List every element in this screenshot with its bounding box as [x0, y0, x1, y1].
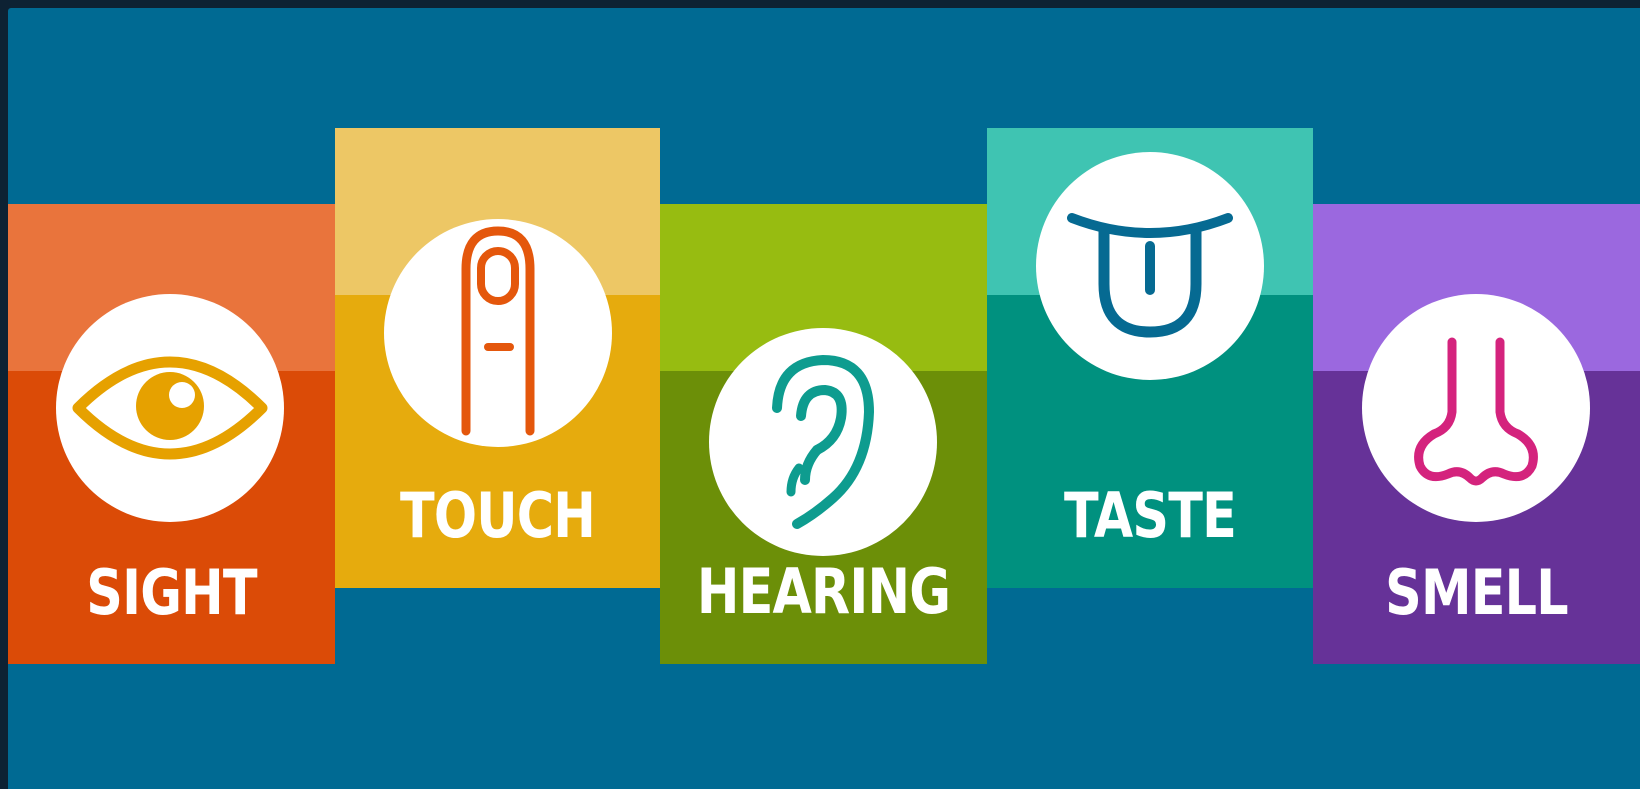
ear-icon [772, 354, 875, 529]
hearing-icon-circle [709, 328, 937, 556]
touch-icon-circle [384, 219, 612, 447]
touch-panel: TOUCH [335, 128, 660, 588]
hearing-label: HEARING [696, 555, 951, 628]
eye-icon [72, 356, 268, 460]
smell-icon-circle [1362, 294, 1590, 522]
taste-panel: TASTE [987, 128, 1313, 588]
sight-panel: SIGHT [8, 204, 335, 664]
nose-icon [1414, 337, 1538, 486]
smell-label: SMELL [1385, 556, 1568, 629]
smell-panel: SMELL [1313, 204, 1640, 664]
sight-label: SIGHT [86, 556, 257, 629]
taste-icon-circle [1036, 152, 1264, 380]
sight-icon-circle [56, 294, 284, 522]
tongue-icon [1067, 213, 1233, 338]
hearing-panel: HEARING [660, 204, 987, 664]
touch-label: TOUCH [400, 479, 596, 552]
finger-icon [461, 226, 535, 436]
image-frame: SIGHT TOUCH HEARING TASTE SMELL [0, 0, 1640, 789]
senses-banner: SIGHT TOUCH HEARING TASTE SMELL [8, 8, 1640, 789]
taste-label: TASTE [1063, 479, 1237, 552]
